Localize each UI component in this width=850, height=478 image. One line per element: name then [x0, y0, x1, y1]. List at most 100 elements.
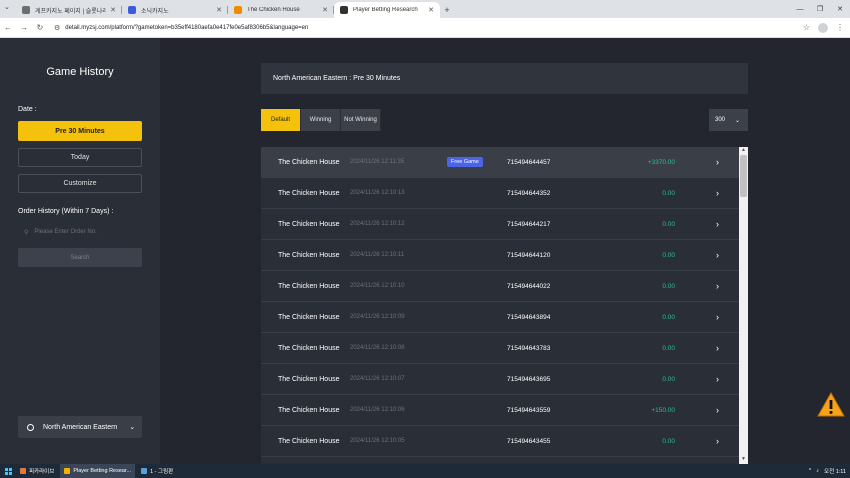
windows-start-icon[interactable] — [0, 464, 16, 478]
url-field[interactable]: ⚙ detail.myzsj.com/platform/?gametoken=b… — [48, 21, 797, 35]
page-header: North American Eastern : Pre 30 Minutes — [261, 63, 748, 94]
pre-30-minutes-button[interactable]: Pre 30 Minutes — [18, 121, 142, 141]
app-icon — [64, 468, 71, 474]
round-time: 2024/11/26 12:10:06 — [350, 407, 405, 413]
taskbar-app[interactable]: 1 - 그림판 — [137, 464, 177, 478]
round-id: 715494643894 — [507, 313, 551, 321]
browser-tab[interactable]: 소닉카지노 ✕ — [122, 2, 228, 18]
chevron-right-icon[interactable]: › — [716, 405, 719, 415]
tab-close-icon[interactable]: ✕ — [110, 6, 116, 14]
table-row[interactable]: The Chicken House 2024/11/26 12:11:35 Free… — [261, 147, 739, 178]
reload-icon[interactable]: ↻ — [32, 20, 48, 36]
order-number-input[interactable]: ⚲ Please Enter Order No. — [18, 224, 142, 240]
chevron-right-icon[interactable]: › — [716, 281, 719, 291]
search-button[interactable]: Search — [18, 248, 142, 267]
round-id: 715494644120 — [507, 251, 551, 259]
filter-not-winning-button[interactable]: Not Winning — [341, 109, 381, 131]
bookmark-star-icon[interactable]: ☆ — [803, 23, 810, 32]
url-text: detail.myzsj.com/platform/?gametoken=b35… — [65, 24, 309, 31]
chevron-right-icon[interactable]: › — [716, 250, 719, 260]
game-name: The Chicken House — [278, 282, 340, 290]
game-name: The Chicken House — [278, 344, 340, 352]
round-time: 2024/11/26 12:11:35 — [350, 159, 405, 165]
filter-winning-button[interactable]: Winning — [301, 109, 341, 131]
taskbar-app-label: 피카라이브 — [29, 469, 55, 475]
round-time: 2024/11/26 12:10:07 — [350, 376, 405, 382]
table-scrollbar[interactable]: ▲ ▼ — [739, 147, 748, 464]
tab-title: 소닉카지노 — [141, 8, 169, 15]
close-window-icon[interactable]: ✕ — [830, 0, 850, 18]
back-icon[interactable]: ← — [0, 20, 16, 36]
browser-tab[interactable]: The Chicken House ✕ — [228, 2, 334, 18]
app-icon — [20, 468, 26, 474]
new-tab-button[interactable]: + — [440, 2, 454, 18]
table-row[interactable]: The Chicken House› — [261, 457, 739, 464]
date-label: Date : — [18, 106, 37, 113]
chevron-down-icon: ⌄ — [735, 117, 741, 124]
taskbar-app[interactable]: Player Betting Resear... — [60, 464, 136, 478]
tab-close-icon[interactable]: ✕ — [216, 6, 222, 14]
free-game-badge: Free Game — [447, 157, 483, 167]
scroll-down-icon[interactable]: ▼ — [739, 456, 748, 464]
scroll-up-icon[interactable]: ▲ — [739, 147, 748, 155]
table-row[interactable]: The Chicken House 2024/11/26 12:10:06 7154… — [261, 395, 739, 426]
browser-tab[interactable]: Player Betting Research ✕ — [334, 2, 440, 18]
taskbar-app[interactable]: 피카라이브 — [16, 464, 58, 478]
region-select[interactable]: North American Eastern ⌄ — [18, 416, 142, 438]
game-name: The Chicken House — [278, 189, 340, 197]
chevron-right-icon[interactable]: › — [716, 436, 719, 446]
game-name: The Chicken House — [278, 220, 340, 228]
game-history-table: The Chicken House 2024/11/26 12:11:35 Free… — [261, 147, 739, 464]
taskbar-app-label: 1 - 그림판 — [150, 469, 174, 475]
chevron-right-icon[interactable]: › — [716, 188, 719, 198]
win-amount: +3370.00 — [647, 158, 675, 166]
scroll-thumb[interactable] — [740, 155, 747, 197]
minimize-icon[interactable]: — — [790, 0, 810, 18]
profile-avatar[interactable] — [818, 22, 828, 33]
main-content: North American Eastern : Pre 30 Minutes … — [160, 38, 850, 464]
page-size-value: 300 — [715, 117, 726, 123]
forward-icon[interactable]: → — [16, 20, 32, 36]
tab-close-icon[interactable]: ✕ — [322, 6, 328, 14]
round-time: 2024/11/26 12:10:13 — [350, 190, 405, 196]
chevron-right-icon[interactable]: › — [716, 374, 719, 384]
table-row[interactable]: The Chicken House 2024/11/26 12:10:07 7154… — [261, 364, 739, 395]
restore-icon[interactable]: ❐ — [810, 0, 830, 18]
chevron-right-icon[interactable]: › — [716, 343, 719, 353]
table-row[interactable]: The Chicken House 2024/11/26 12:10:11 7154… — [261, 240, 739, 271]
tab-title: The Chicken House — [247, 7, 300, 13]
tab-close-icon[interactable]: ✕ — [428, 6, 434, 14]
chevron-right-icon[interactable]: › — [716, 157, 719, 167]
chevron-right-icon[interactable]: › — [716, 312, 719, 322]
table-row[interactable]: The Chicken House 2024/11/26 12:10:10 7154… — [261, 271, 739, 302]
win-amount: 0.00 — [662, 189, 675, 197]
customize-button[interactable]: Customize — [18, 174, 142, 193]
table-row[interactable]: The Chicken House 2024/11/26 12:10:09 7154… — [261, 302, 739, 333]
table-row[interactable]: The Chicken House 2024/11/26 12:10:13 7154… — [261, 178, 739, 209]
notification-chevron-icon[interactable]: ^ — [809, 468, 812, 474]
volume-icon[interactable]: ♪ — [816, 468, 819, 474]
win-amount: 0.00 — [662, 344, 675, 352]
round-id: 715494644352 — [507, 189, 551, 197]
browser-menu-icon[interactable]: ⋮ — [836, 23, 844, 32]
tab-search-icon[interactable]: ⌄ — [4, 3, 10, 11]
table-row[interactable]: The Chicken House 2024/11/26 12:10:05 7154… — [261, 426, 739, 457]
clock[interactable]: 오전 1:11 — [824, 467, 846, 475]
table-row[interactable]: The Chicken House 2024/11/26 12:10:12 7154… — [261, 209, 739, 240]
win-amount: 0.00 — [662, 282, 675, 290]
chevron-down-icon: ⌄ — [129, 424, 136, 431]
round-time: 2024/11/26 12:10:12 — [350, 221, 405, 227]
tab-list: 게프카지노 페이지 | 슬롯나라 ✕ 소닉카지노 ✕ The Chicken House… — [16, 2, 440, 18]
warning-icon[interactable] — [816, 390, 846, 420]
filter-default-button[interactable]: Default — [261, 109, 301, 131]
tab-favicon-icon — [128, 6, 136, 14]
site-info-icon[interactable]: ⚙ — [54, 24, 60, 32]
browser-tab[interactable]: 게프카지노 페이지 | 슬롯나라 ✕ — [16, 2, 122, 18]
address-bar: ← → ↻ ⚙ detail.myzsj.com/platform/?gamet… — [0, 18, 850, 38]
page-size-select[interactable]: 300 ⌄ — [709, 109, 748, 131]
table-row[interactable]: The Chicken House 2024/11/26 12:10:08 7154… — [261, 333, 739, 364]
chevron-right-icon[interactable]: › — [716, 219, 719, 229]
today-button[interactable]: Today — [18, 148, 142, 167]
sidebar: Game History Date : Pre 30 Minutes Today… — [0, 38, 160, 464]
round-id: 715494643695 — [507, 375, 551, 383]
